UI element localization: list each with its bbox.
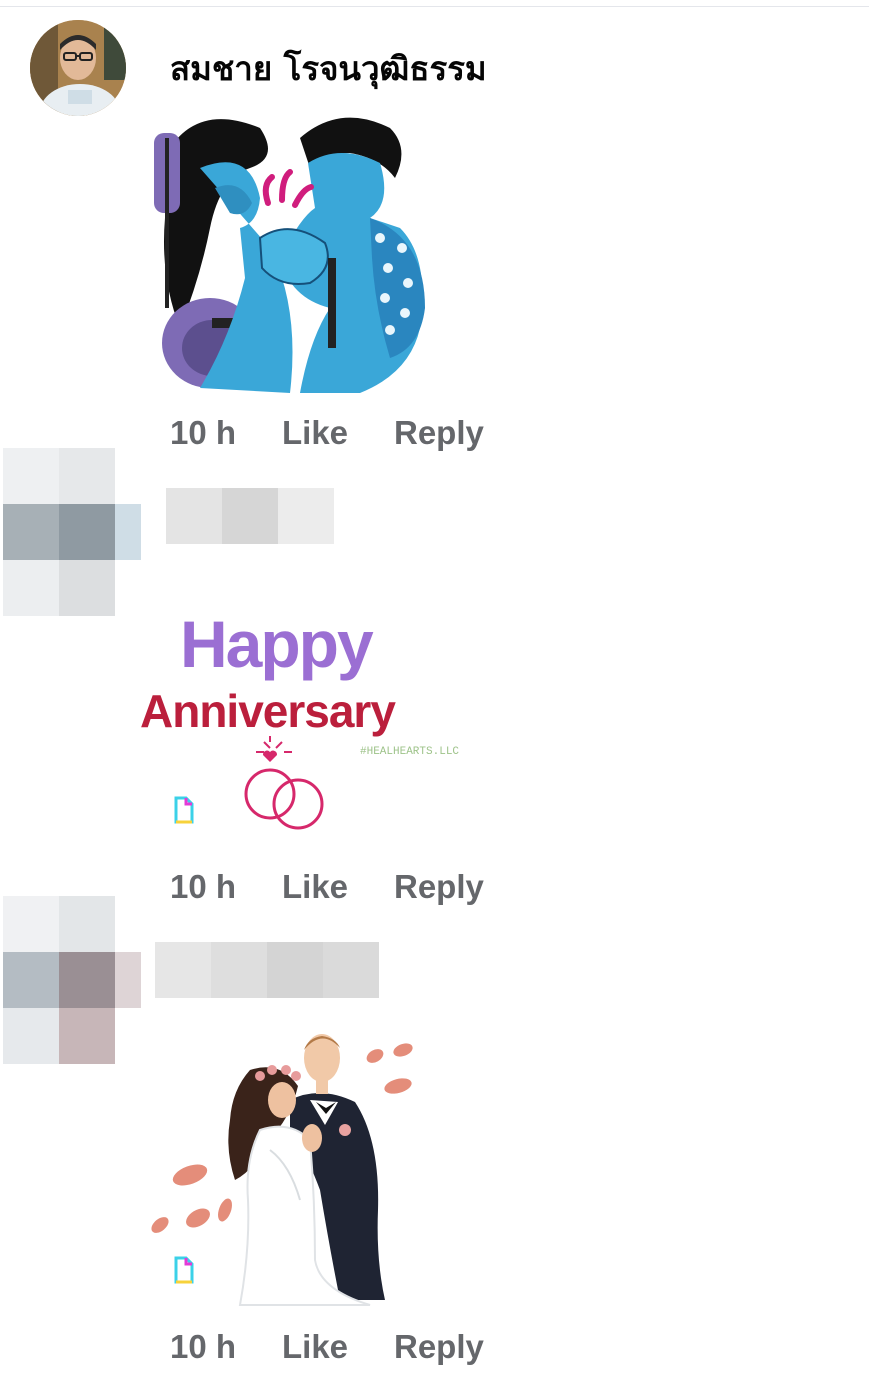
avatar[interactable] <box>30 20 126 116</box>
like-button[interactable]: Like <box>282 414 394 452</box>
wedding-rings-icon <box>244 736 324 830</box>
couple-handshake-sticker <box>140 108 430 398</box>
sticker-happy-text: Happy <box>180 607 374 681</box>
gif-provider-icon <box>174 796 194 824</box>
reply-button[interactable]: Reply <box>394 1328 484 1366</box>
comment-actions: 10 h Like Reply <box>170 411 484 455</box>
comment-actions: 10 h Like Reply <box>170 865 484 909</box>
avatar[interactable] <box>3 448 141 616</box>
reply-button[interactable]: Reply <box>394 414 484 452</box>
comment-timestamp: 10 h <box>170 868 237 905</box>
comment-author-name[interactable]: สมชาย โรจนวุฒิธรรม <box>170 42 487 95</box>
sticker-watermark: #HEALHEARTS.LLC <box>360 746 460 758</box>
avatar[interactable] <box>3 896 141 1064</box>
comment-author-name[interactable] <box>155 942 379 998</box>
comment-timestamp: 10 h <box>170 414 237 451</box>
sticker-anniversary-text: Anniversary <box>140 685 396 737</box>
like-button[interactable]: Like <box>282 1328 394 1366</box>
avatar-photo <box>30 20 126 116</box>
reply-button[interactable]: Reply <box>394 868 484 906</box>
comment-author-name[interactable] <box>166 488 334 544</box>
divider <box>0 6 869 7</box>
comment-timestamp: 10 h <box>170 1328 237 1365</box>
comment-actions: 10 h Like Reply <box>170 1325 484 1369</box>
like-button[interactable]: Like <box>282 868 394 906</box>
gif-provider-icon <box>174 1256 194 1284</box>
